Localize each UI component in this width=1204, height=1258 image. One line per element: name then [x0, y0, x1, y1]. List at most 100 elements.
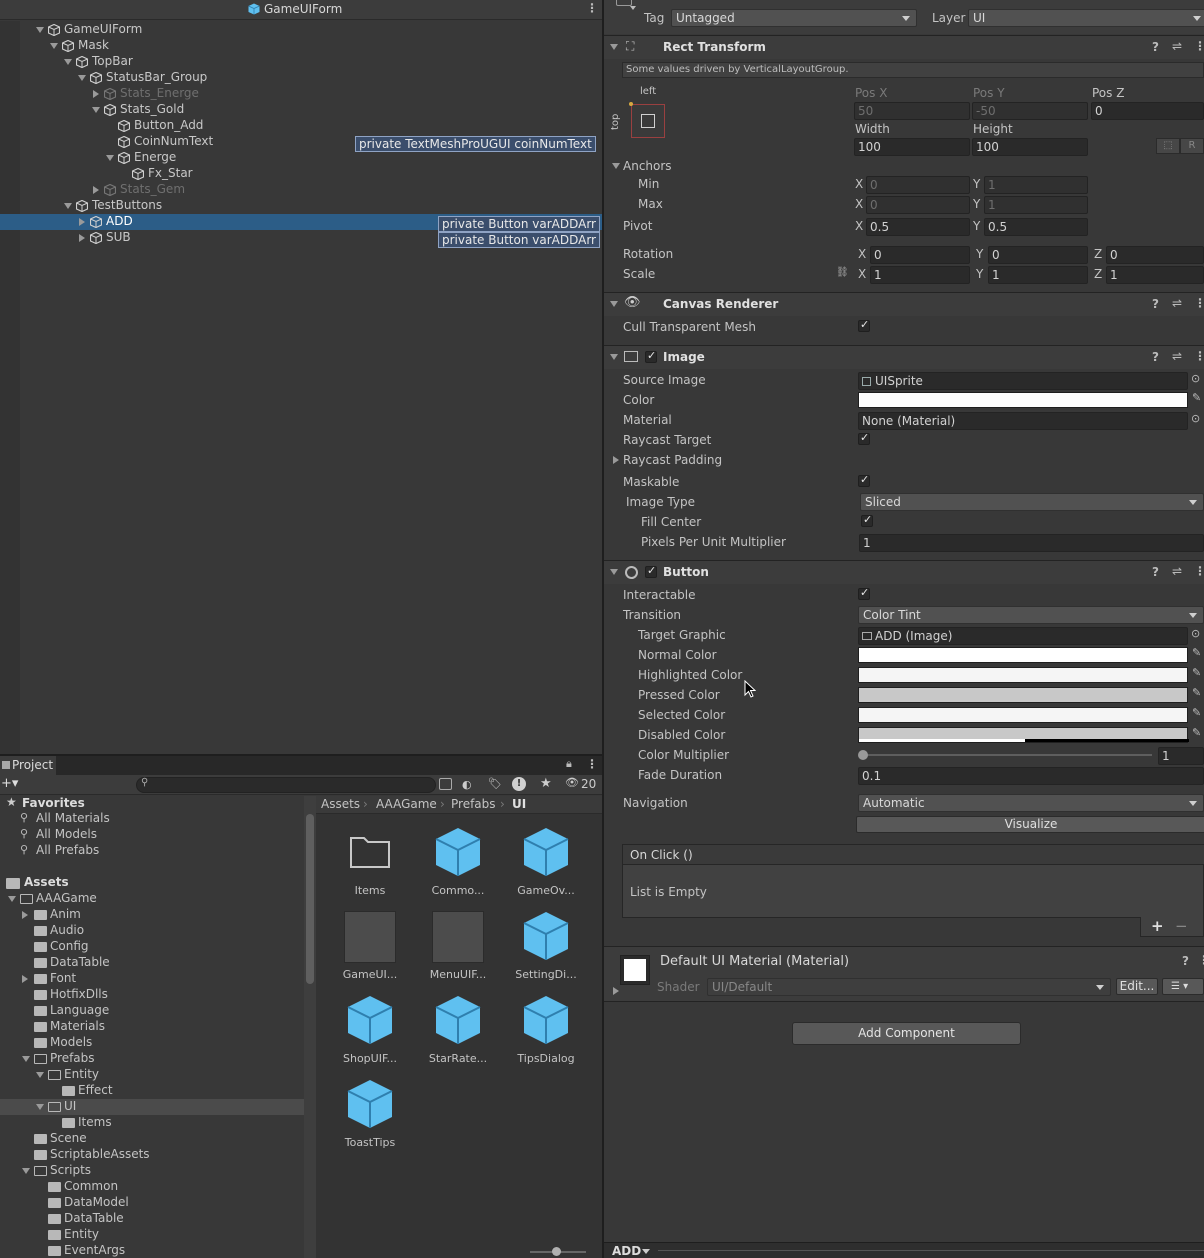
asset-tile[interactable]: MenuUIF...: [418, 911, 498, 986]
expand-arrow-right-icon[interactable]: [22, 975, 28, 983]
posx-field[interactable]: 50: [854, 102, 970, 120]
folder-row[interactable]: Font: [0, 971, 304, 987]
expand-arrow-down-icon[interactable]: [50, 43, 58, 49]
preset-icon[interactable]: ⇌: [1172, 39, 1182, 53]
folder-row[interactable]: Scripts: [0, 1163, 304, 1179]
zoom-slider[interactable]: [530, 1247, 586, 1256]
folder-row[interactable]: Entity: [0, 1067, 304, 1083]
fade-duration-field[interactable]: 0.1: [858, 767, 1204, 785]
rect-transform-header[interactable]: ⛶ Rect Transform ? ⇌ ⋮: [604, 35, 1204, 59]
asset-tile[interactable]: ToastTips: [330, 1080, 410, 1154]
object-picker-icon[interactable]: ⊙: [1191, 627, 1200, 640]
filter-type-icon[interactable]: ◐: [462, 778, 472, 791]
hierarchy-row[interactable]: GameUIForm: [0, 22, 602, 38]
image-color-swatch[interactable]: [858, 392, 1188, 408]
canvas-renderer-header[interactable]: 👁︎ Canvas Renderer ? ⇌ ⋮: [604, 292, 1204, 316]
folder-row[interactable]: Config: [0, 939, 304, 955]
help-icon[interactable]: ?: [1152, 350, 1159, 364]
source-image-field[interactable]: UISprite: [858, 372, 1188, 390]
edit-shader-button[interactable]: Edit...: [1116, 978, 1158, 995]
hierarchy-row[interactable]: Stats_Gold: [0, 102, 602, 118]
anchor-max-x-field[interactable]: 0: [866, 196, 970, 214]
tree-scrollbar-thumb[interactable]: [306, 814, 314, 984]
folder-row[interactable]: DataTable: [0, 955, 304, 971]
hierarchy-row[interactable]: TopBar: [0, 54, 602, 70]
anchor-min-x-field[interactable]: 0: [866, 176, 970, 194]
asset-tile[interactable]: GameUI...: [330, 911, 410, 986]
folder-row[interactable]: Materials: [0, 1019, 304, 1035]
scale-x-field[interactable]: 1: [870, 266, 970, 284]
anchor-min-y-field[interactable]: 1: [984, 176, 1088, 194]
pivot-y-field[interactable]: 0.5: [984, 218, 1088, 236]
hierarchy-row[interactable]: Stats_Gem: [0, 182, 602, 198]
asset-tile[interactable]: Commo...: [418, 828, 498, 902]
favorite-item[interactable]: All Models: [36, 827, 97, 841]
expand-arrow-down-icon[interactable]: [36, 27, 44, 33]
expand-arrow-down-icon[interactable]: [8, 896, 16, 902]
preset-icon[interactable]: ⇌: [1172, 349, 1182, 363]
favorite-item[interactable]: All Materials: [36, 811, 110, 825]
folder-row[interactable]: UI: [0, 1099, 304, 1115]
folder-row[interactable]: AAAGame: [0, 891, 304, 907]
remove-listener-minus-icon[interactable]: −: [1175, 917, 1188, 935]
color-multiplier-thumb[interactable]: [858, 750, 868, 760]
hierarchy-row[interactable]: Stats_Energe: [0, 86, 602, 102]
folder-row[interactable]: DataModel: [0, 1195, 304, 1211]
breadcrumb-assets[interactable]: Assets: [321, 797, 360, 811]
expand-arrow-down-icon[interactable]: [36, 1104, 44, 1110]
hierarchy-row[interactable]: TestButtons: [0, 198, 602, 214]
expand-arrow-down-icon[interactable]: [64, 203, 72, 209]
eyedropper-icon[interactable]: ✎: [1192, 646, 1204, 660]
add-component-button[interactable]: Add Component: [792, 1022, 1021, 1045]
highlighted-color-swatch[interactable]: [858, 667, 1188, 683]
preset-icon[interactable]: ⇌: [1172, 296, 1182, 310]
lock-icon[interactable]: 🔒︎: [566, 757, 572, 771]
help-icon[interactable]: ?: [1152, 297, 1159, 311]
add-listener-plus-icon[interactable]: +: [1151, 917, 1164, 935]
asset-tile[interactable]: StarRate...: [418, 996, 498, 1070]
width-field[interactable]: 100: [854, 138, 970, 156]
transition-dropdown[interactable]: Color Tint: [858, 606, 1204, 624]
asset-tile[interactable]: GameOv...: [506, 828, 586, 902]
fill-center-checkbox[interactable]: [861, 513, 873, 527]
hidden-packages-icon[interactable]: 👁︎: [565, 776, 579, 789]
expand-arrow-down-icon[interactable]: [92, 107, 100, 113]
label-tag-icon[interactable]: 🏷︎: [488, 777, 502, 790]
material-foldout-icon[interactable]: [613, 987, 619, 995]
hierarchy-row[interactable]: Energe: [0, 150, 602, 166]
help-icon[interactable]: ?: [1152, 565, 1159, 579]
raycast-target-checkbox[interactable]: [858, 431, 870, 445]
disabled-color-swatch[interactable]: [858, 727, 1189, 743]
tag-dropdown[interactable]: Untagged: [671, 9, 917, 27]
expand-arrow-down-icon[interactable]: [106, 155, 114, 161]
scale-z-field[interactable]: 1: [1106, 266, 1204, 284]
folder-row[interactable]: Models: [0, 1035, 304, 1051]
color-multiplier-field[interactable]: 1: [1158, 747, 1204, 765]
footer-object-label[interactable]: ADD: [612, 1244, 641, 1258]
foldout-arrow-icon[interactable]: [610, 301, 618, 307]
constrain-proportions-icon[interactable]: ⛓︎: [836, 267, 849, 278]
expand-arrow-right-icon[interactable]: [22, 911, 28, 919]
folder-row[interactable]: Items: [0, 1115, 304, 1131]
icon-dropdown-arrow-icon[interactable]: [630, 6, 636, 10]
color-multiplier-slider[interactable]: [858, 750, 1152, 760]
material-menu-icon[interactable]: ⋮: [1198, 953, 1204, 967]
tab-project[interactable]: Project: [0, 756, 56, 775]
pivot-x-field[interactable]: 0.5: [866, 218, 970, 236]
eyedropper-icon[interactable]: ✎: [1192, 391, 1204, 405]
maskable-checkbox[interactable]: [858, 473, 870, 487]
image-type-dropdown[interactable]: Sliced: [860, 493, 1204, 511]
create-plus-icon[interactable]: +▾: [1, 776, 18, 791]
pressed-color-swatch[interactable]: [858, 687, 1188, 703]
favorite-item[interactable]: All Prefabs: [36, 843, 99, 857]
blueprint-mode-button[interactable]: ⬚: [1156, 138, 1180, 154]
hierarchy-menu-icon[interactable]: ⋮: [586, 1, 598, 15]
folder-row[interactable]: DataTable: [0, 1211, 304, 1227]
selected-color-swatch[interactable]: [858, 707, 1188, 723]
expand-arrow-down-icon[interactable]: [36, 1072, 44, 1078]
anchor-max-y-field[interactable]: 1: [984, 196, 1088, 214]
breadcrumb-prefabs[interactable]: Prefabs: [451, 797, 496, 811]
log-warning-icon[interactable]: !: [512, 777, 526, 791]
rotation-x-field[interactable]: 0: [870, 246, 970, 264]
object-picker-icon[interactable]: ⊙: [1191, 412, 1200, 425]
